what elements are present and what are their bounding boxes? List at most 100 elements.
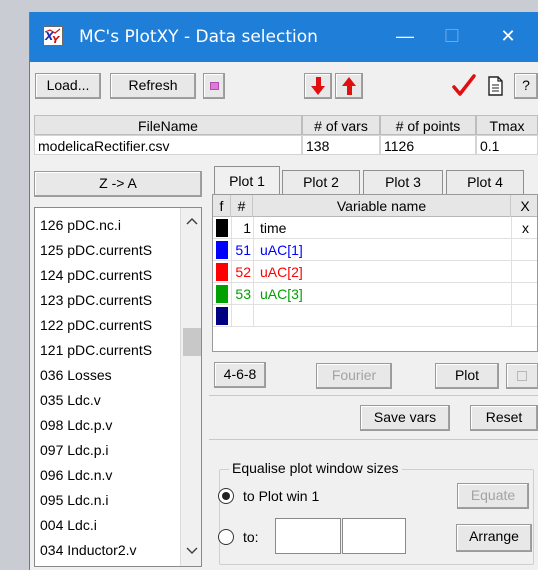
tab-plot-4[interactable]: Plot 4 <box>446 170 524 194</box>
plot-variable-grid[interactable]: f # Variable name X 1 time x 51 uAC[1] 52 uAC[… <box>212 194 538 352</box>
move-down-button[interactable] <box>304 73 332 99</box>
plot-grid-cell-num: 1 <box>231 217 253 239</box>
series-color-swatch[interactable] <box>216 241 228 259</box>
scroll-up-arrow-icon[interactable] <box>181 213 202 231</box>
maximize-button[interactable]: ☐ <box>432 22 472 50</box>
document-button[interactable] <box>484 73 506 99</box>
file-table-cell-points[interactable]: 1126 <box>380 135 476 155</box>
list-item[interactable]: 098 Ldc.p.v <box>40 414 112 436</box>
to-label: to: <box>243 529 259 545</box>
list-item[interactable]: 004 Ldc.i <box>40 514 97 536</box>
file-table-cell-tmax[interactable]: 0.1 <box>476 135 538 155</box>
plotxy-app-icon: X Y <box>43 26 63 46</box>
tab-plot-2[interactable]: Plot 2 <box>282 170 360 194</box>
table-row[interactable] <box>213 305 537 327</box>
file-table-header-filename: FileName <box>34 115 302 135</box>
table-row[interactable]: 52 uAC[2] <box>213 261 537 283</box>
move-up-button[interactable] <box>335 73 363 99</box>
equate-button[interactable]: Equate <box>457 483 529 509</box>
list-item[interactable]: 122 pDC.currentS <box>40 314 152 336</box>
list-item[interactable]: 097 Ldc.p.i <box>40 439 109 461</box>
list-item[interactable]: 124 pDC.currentS <box>40 264 152 286</box>
plot-grid-header-num: # <box>231 195 253 217</box>
document-icon <box>488 76 503 96</box>
plot-grid-cell-num: 53 <box>231 283 253 305</box>
help-button[interactable]: ? <box>514 73 538 99</box>
plot-grid-cell-x[interactable] <box>511 239 537 261</box>
series-color-swatch[interactable] <box>216 307 228 325</box>
equalise-group-label: Equalise plot window sizes <box>229 460 402 476</box>
checkmark-button[interactable] <box>450 72 478 100</box>
to-plot-win-radio[interactable] <box>218 488 234 504</box>
series-color-swatch[interactable] <box>216 263 228 281</box>
red-up-arrow-icon <box>342 77 356 95</box>
list-item[interactable]: 036 Losses <box>40 364 112 386</box>
pink-square-icon <box>210 82 219 90</box>
plot-grid-cell-name[interactable]: uAC[1] <box>253 239 511 261</box>
to-radio[interactable] <box>218 529 234 545</box>
data-selection-window: X Y MC's PlotXY - Data selection — ☐ ✕ L… <box>29 12 538 570</box>
file-table-cell-vars[interactable]: 138 <box>302 135 380 155</box>
window-title: MC's PlotXY - Data selection <box>79 27 318 47</box>
series-color-swatch[interactable] <box>216 219 228 237</box>
plot-grid-cell-x[interactable] <box>511 261 537 283</box>
plot-grid-cell-name[interactable]: time <box>253 217 511 239</box>
variable-list-scrollbar[interactable] <box>180 208 202 566</box>
list-item[interactable]: 034 Inductor2.v <box>40 539 137 561</box>
scrollbar-thumb[interactable] <box>183 328 201 356</box>
plot-grid-cell-x[interactable] <box>511 283 537 305</box>
plot-button[interactable]: Plot <box>435 363 499 389</box>
list-item[interactable]: 125 pDC.currentS <box>40 239 152 261</box>
plot-grid-cell-name[interactable] <box>253 305 511 327</box>
close-button[interactable]: ✕ <box>488 22 528 50</box>
file-table-header-vars: # of vars <box>302 115 380 135</box>
list-item[interactable]: 095 Ldc.n.i <box>40 489 109 511</box>
plot-grid-cell-x[interactable]: x <box>511 217 537 239</box>
tab-plot-3[interactable]: Plot 3 <box>363 170 443 194</box>
load-button[interactable]: Load... <box>35 73 101 99</box>
arrange-button[interactable]: Arrange <box>456 524 532 552</box>
plot-grid-cell-num: 51 <box>231 239 253 261</box>
table-row[interactable]: 51 uAC[1] <box>213 239 537 261</box>
list-item[interactable]: 126 pDC.nc.i <box>40 214 121 236</box>
red-down-arrow-icon <box>311 77 325 95</box>
plot-grid-cell-name[interactable]: uAC[2] <box>253 261 511 283</box>
save-vars-button[interactable]: Save vars <box>360 405 450 431</box>
tab-plot-1[interactable]: Plot 1 <box>214 166 280 194</box>
minimize-button[interactable]: — <box>385 22 425 50</box>
plot-grid-header-x: X <box>520 198 530 214</box>
separator-save <box>209 439 538 440</box>
plot-grid-header: f # Variable name X <box>213 195 537 217</box>
list-item[interactable]: 096 Ldc.n.v <box>40 464 112 486</box>
table-row[interactable]: 1 time x <box>213 217 537 239</box>
plot-grid-cell-x[interactable] <box>511 305 537 327</box>
plot-grid-header-f: f <box>213 195 231 217</box>
color-button[interactable] <box>203 73 225 99</box>
variable-list[interactable]: 126 pDC.nc.i 125 pDC.currentS 124 pDC.curr… <box>34 207 202 567</box>
file-table-cell-filename[interactable]: modelicaRectifier.csv <box>34 135 302 155</box>
file-table-header-tmax: Tmax <box>476 115 538 135</box>
plot-grid-header-name: Variable name <box>253 195 511 217</box>
plot-grid-cell-num: 52 <box>231 261 253 283</box>
red-checkmark-icon <box>452 74 476 96</box>
table-row[interactable]: 53 uAC[3] <box>213 283 537 305</box>
scroll-down-arrow-icon[interactable] <box>181 542 202 560</box>
list-item[interactable]: 123 pDC.currentS <box>40 289 152 311</box>
list-item[interactable]: 035 Ldc.v <box>40 389 101 411</box>
series-color-swatch[interactable] <box>216 285 228 303</box>
refresh-button[interactable]: Refresh <box>110 73 196 99</box>
plot-grid-cell-num <box>231 305 253 327</box>
reset-button[interactable]: Reset <box>470 405 538 431</box>
title-bar[interactable]: X Y MC's PlotXY - Data selection — ☐ ✕ <box>30 12 538 62</box>
width-input[interactable] <box>275 518 341 554</box>
list-item[interactable]: 121 pDC.currentS <box>40 339 152 361</box>
copy-icon <box>517 371 527 381</box>
copy-button[interactable] <box>506 363 538 389</box>
file-table-header-points: # of points <box>380 115 476 135</box>
sort-order-button[interactable]: Z -> A <box>34 171 202 197</box>
plot-grid-cell-name[interactable]: uAC[3] <box>253 283 511 305</box>
grid-468-button[interactable]: 4-6-8 <box>214 362 266 388</box>
to-plot-win-label: to Plot win 1 <box>243 488 320 504</box>
fourier-button[interactable]: Fourier <box>316 363 392 389</box>
height-input[interactable] <box>342 518 406 554</box>
